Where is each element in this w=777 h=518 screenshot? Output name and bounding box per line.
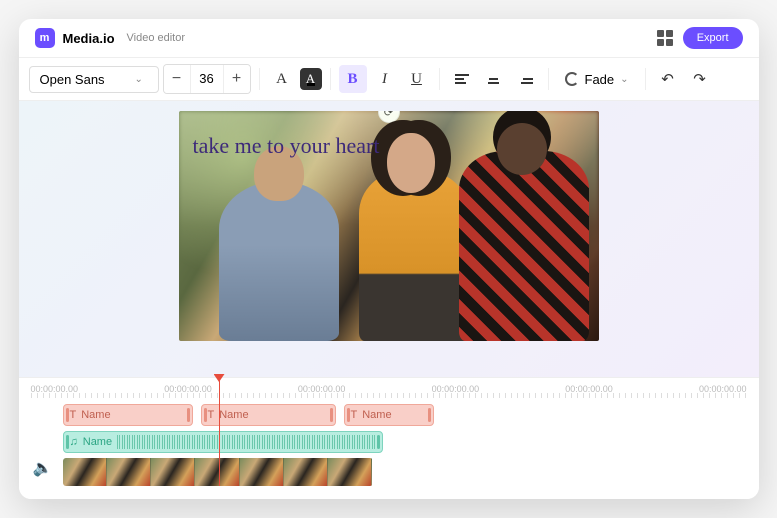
align-right-button[interactable] [512, 65, 540, 93]
music-icon: ♫ [70, 436, 78, 448]
increase-size-button[interactable]: + [224, 65, 250, 93]
clip-handle-left[interactable] [204, 408, 207, 422]
video-thumbnail [107, 458, 151, 486]
font-size-stepper: − 36 + [163, 64, 251, 94]
clip-handle-left[interactable] [66, 435, 69, 449]
video-preview[interactable]: ⟳ take me to your heart [179, 111, 599, 341]
text-toolbar: Open Sans ⌄ − 36 + A A B I U Fade ⌄ ↶ ↷ [19, 58, 759, 101]
text-track: T Name T Name T Name [63, 404, 747, 426]
video-thumbnail [195, 458, 239, 486]
animation-icon [565, 72, 579, 86]
text-color-button[interactable]: A [268, 65, 296, 93]
bold-button[interactable]: B [339, 65, 367, 93]
text-clip[interactable]: T Name [344, 404, 434, 426]
timestamp: 00:00:00.00 [31, 384, 79, 394]
decrease-size-button[interactable]: − [164, 65, 190, 93]
text-clip[interactable]: T Name [63, 404, 193, 426]
clip-label: Name [81, 409, 110, 421]
separator [259, 68, 260, 90]
separator [439, 68, 440, 90]
video-clip[interactable] [63, 458, 373, 486]
playhead[interactable] [219, 380, 220, 486]
timestamp: 00:00:00.00 [298, 384, 346, 394]
audio-track: ♫ Name [63, 431, 747, 453]
video-thumbnail [284, 458, 328, 486]
clip-label: Name [219, 409, 248, 421]
export-button[interactable]: Export [683, 27, 743, 49]
timestamp: 00:00:00.00 [432, 384, 480, 394]
clip-handle-right[interactable] [187, 408, 190, 422]
timestamp: 00:00:00.00 [699, 384, 747, 394]
clip-handle-right[interactable] [330, 408, 333, 422]
undo-button[interactable]: ↶ [654, 65, 682, 93]
speaker-icon[interactable]: 🔈 [33, 458, 51, 476]
clip-handle-left[interactable] [66, 408, 69, 422]
clip-label: Name [362, 409, 391, 421]
waveform [117, 435, 375, 449]
highlight-color-button[interactable]: A [300, 68, 322, 90]
audio-clip[interactable]: ♫ Name [63, 431, 383, 453]
clip-label: Name [83, 436, 112, 448]
video-thumbnail [151, 458, 195, 486]
brand-name: Media.io [63, 31, 115, 46]
video-track-row [63, 458, 747, 486]
caption-text-overlay[interactable]: take me to your heart [193, 133, 380, 159]
clip-handle-right[interactable] [377, 435, 380, 449]
text-icon: T [208, 409, 215, 421]
separator [548, 68, 549, 90]
video-thumbnail [240, 458, 284, 486]
align-left-button[interactable] [448, 65, 476, 93]
font-family-select[interactable]: Open Sans ⌄ [29, 66, 159, 93]
animation-label: Fade [585, 72, 615, 87]
animation-select[interactable]: Fade ⌄ [557, 68, 637, 91]
app-subtitle: Video editor [127, 32, 186, 44]
logo-icon: m [35, 28, 55, 48]
text-icon: T [351, 409, 358, 421]
underline-button[interactable]: U [403, 65, 431, 93]
italic-button[interactable]: I [371, 65, 399, 93]
separator [645, 68, 646, 90]
font-size-value[interactable]: 36 [190, 65, 224, 93]
align-center-button[interactable] [480, 65, 508, 93]
font-family-value: Open Sans [40, 72, 105, 87]
chevron-down-icon: ⌄ [620, 74, 628, 85]
clip-handle-left[interactable] [347, 408, 350, 422]
text-clip[interactable]: T Name [201, 404, 336, 426]
header-bar: m Media.io Video editor Export [19, 19, 759, 58]
preview-canvas[interactable]: ⟳ take me to your heart [19, 101, 759, 377]
separator [330, 68, 331, 90]
video-thumbnail [328, 458, 372, 486]
redo-button[interactable]: ↷ [686, 65, 714, 93]
timestamp: 00:00:00.00 [565, 384, 613, 394]
tracks-area: T Name T Name T Name [19, 398, 759, 486]
apps-grid-icon[interactable] [657, 30, 673, 46]
time-ruler[interactable]: 00:00:00.00 00:00:00.00 00:00:00.00 00:0… [19, 384, 759, 398]
clip-handle-right[interactable] [428, 408, 431, 422]
text-icon: T [70, 409, 77, 421]
chevron-down-icon: ⌄ [135, 74, 143, 85]
timeline-panel: 00:00:00.00 00:00:00.00 00:00:00.00 00:0… [19, 377, 759, 499]
timestamp: 00:00:00.00 [164, 384, 212, 394]
video-thumbnail [63, 458, 107, 486]
app-window: m Media.io Video editor Export Open Sans… [19, 19, 759, 499]
